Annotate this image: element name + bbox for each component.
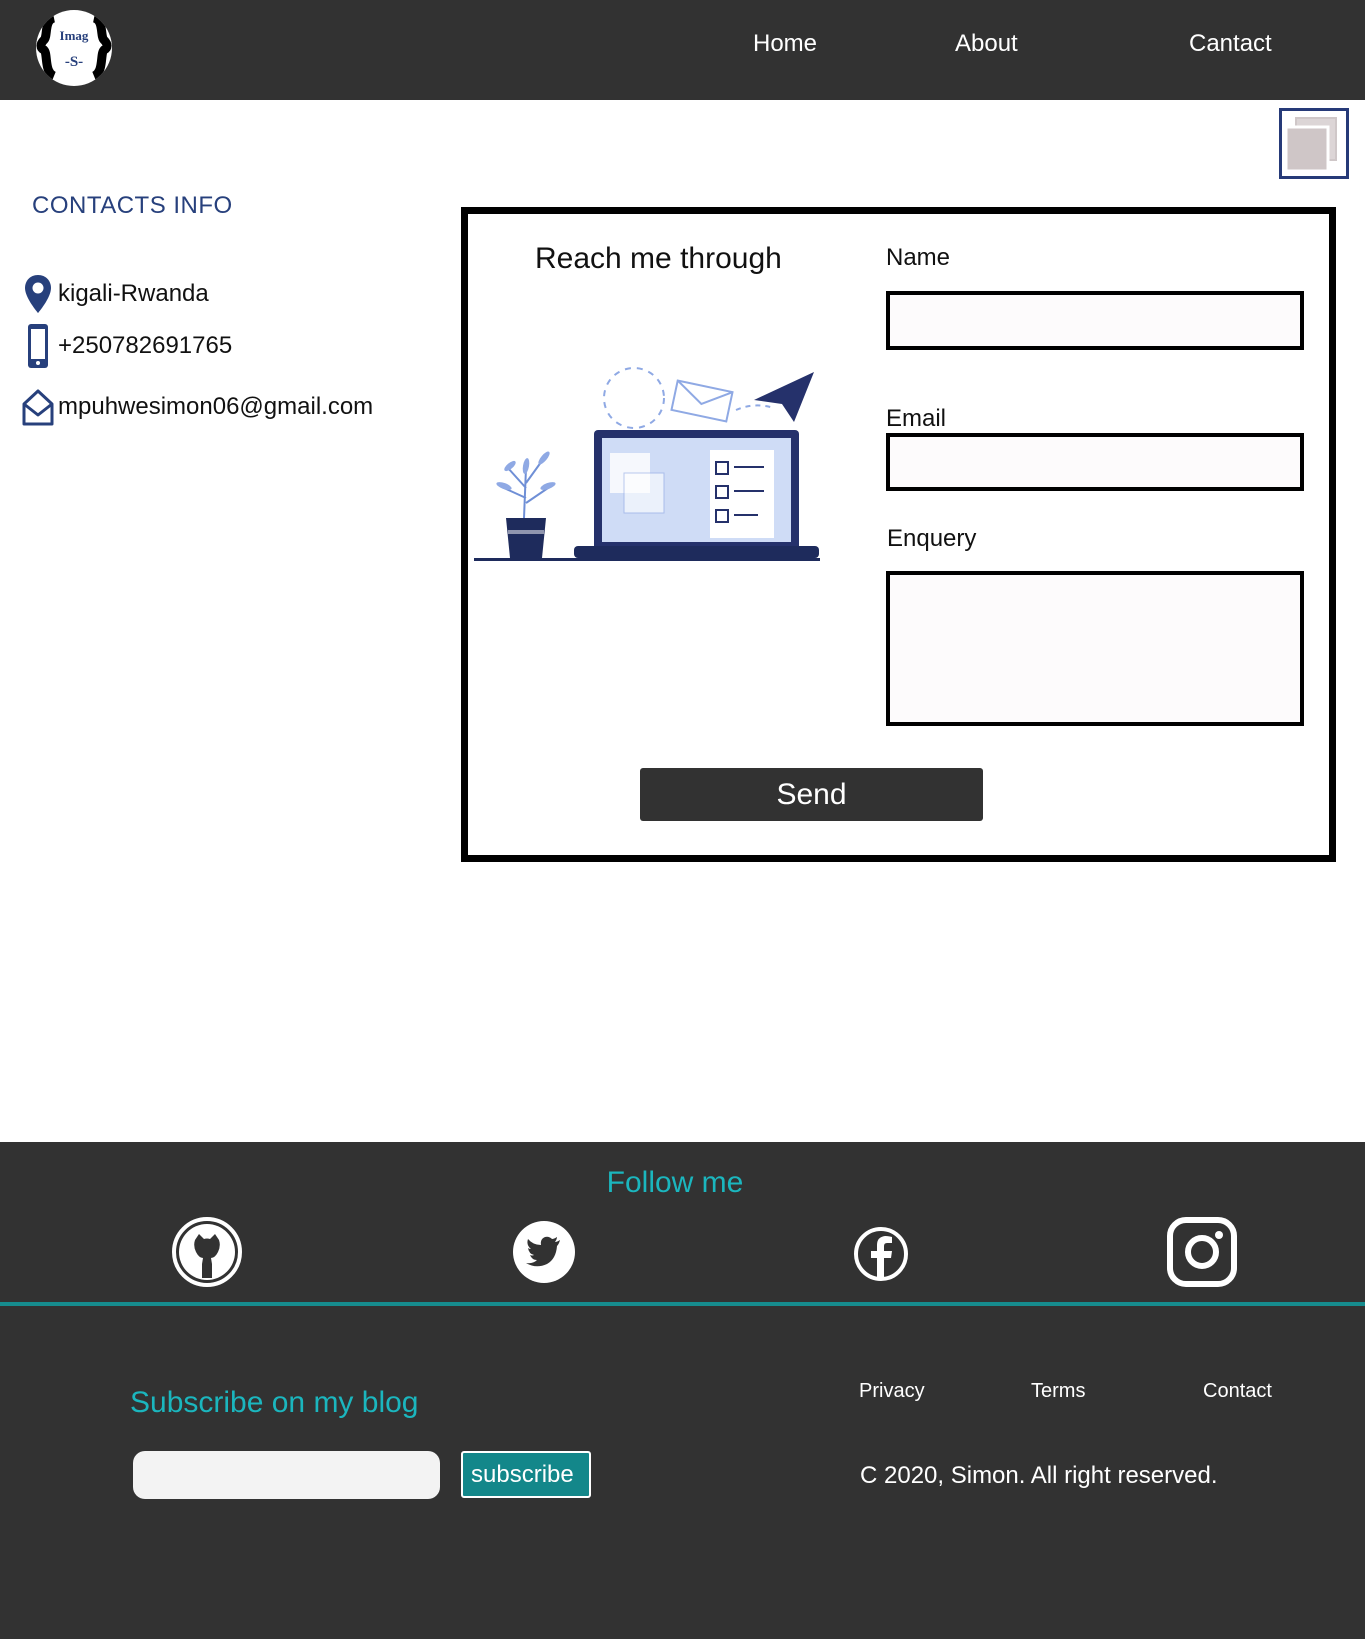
location-text: kigali-Rwanda <box>58 280 209 307</box>
copy-icon <box>1284 117 1337 173</box>
footer-link-privacy[interactable]: Privacy <box>859 1380 925 1403</box>
facebook-icon <box>854 1227 908 1281</box>
contact-email[interactable]: mpuhwesimon06@gmail.com <box>22 386 373 428</box>
site-footer: Follow me Subscribe on my blog subscribe… <box>0 1142 1365 1639</box>
form-title: Reach me through <box>535 242 782 275</box>
logo[interactable]: Imag -S- <box>36 10 112 86</box>
logo-line2: -S- <box>65 54 83 70</box>
logo-line1: Imag <box>60 28 89 43</box>
phone-icon <box>22 324 54 368</box>
footer-divider <box>0 1302 1365 1306</box>
subscribe-email-input[interactable] <box>133 1451 440 1499</box>
enquery-textarea[interactable] <box>886 571 1304 726</box>
copy-button[interactable] <box>1279 108 1349 179</box>
footer-link-terms[interactable]: Terms <box>1031 1380 1085 1403</box>
follow-title: Follow me <box>606 1166 744 1199</box>
footer-link-contact[interactable]: Contact <box>1203 1380 1272 1403</box>
send-button[interactable]: Send <box>640 768 983 821</box>
instagram-icon <box>1167 1217 1237 1287</box>
enquery-label: Enquery <box>887 525 977 552</box>
copyright-text: C 2020, Simon. All right reserved. <box>860 1462 1218 1489</box>
nav-home[interactable]: Home <box>753 30 817 58</box>
subscribe-title: Subscribe on my blog <box>130 1386 419 1419</box>
laptop-mail-illustration <box>474 367 820 561</box>
instagram-link[interactable] <box>1166 1216 1238 1288</box>
logo-icon: Imag -S- <box>36 11 112 85</box>
contacts-title: CONTACTS INFO <box>32 192 233 219</box>
contact-form: Reach me through Name Email Enquery Send <box>461 207 1336 862</box>
github-icon <box>172 1217 242 1287</box>
contact-phone[interactable]: +250782691765 <box>22 324 233 368</box>
email-label: Email <box>886 405 947 432</box>
subscribe-button[interactable]: subscribe <box>461 1451 591 1498</box>
site-header: Imag -S- Home About Cantact <box>0 0 1365 100</box>
twitter-icon <box>513 1221 575 1283</box>
name-label: Name <box>886 244 951 271</box>
nav-contact[interactable]: Cantact <box>1189 30 1272 58</box>
envelope-icon <box>22 386 54 428</box>
phone-text: +250782691765 <box>58 332 233 359</box>
email-input[interactable] <box>886 433 1304 491</box>
nav-about[interactable]: About <box>955 30 1018 58</box>
location-pin-icon <box>22 273 54 315</box>
email-text: mpuhwesimon06@gmail.com <box>58 393 374 420</box>
facebook-link[interactable] <box>845 1216 917 1288</box>
contact-location: kigali-Rwanda <box>22 273 209 315</box>
twitter-link[interactable] <box>508 1216 580 1288</box>
name-input[interactable] <box>886 291 1304 350</box>
github-link[interactable] <box>171 1216 243 1288</box>
